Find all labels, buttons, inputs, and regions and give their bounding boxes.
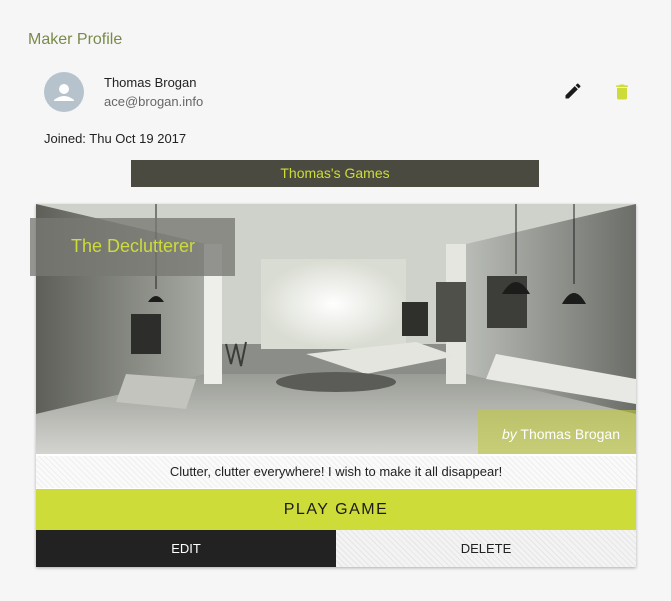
game-byline: by Thomas Brogan bbox=[502, 426, 620, 442]
person-icon bbox=[54, 84, 74, 101]
game-description: Clutter, clutter everywhere! I wish to m… bbox=[36, 456, 636, 488]
section-title: Maker Profile bbox=[28, 31, 123, 48]
pencil-icon[interactable] bbox=[563, 81, 583, 101]
user-email: ace@brogan.info bbox=[104, 94, 204, 109]
game-author: Thomas Brogan bbox=[520, 426, 620, 442]
games-section-header: Thomas's Games bbox=[131, 160, 539, 187]
joined-date: Joined: Thu Oct 19 2017 bbox=[44, 131, 187, 146]
game-card: The Declutterer by Thomas Brogan Clutter… bbox=[30, 204, 636, 567]
byline-by: by bbox=[501, 426, 517, 442]
game-title: The Declutterer bbox=[71, 236, 196, 256]
user-name: Thomas Brogan bbox=[104, 75, 197, 90]
avatar bbox=[44, 72, 84, 112]
trash-icon[interactable] bbox=[612, 81, 632, 103]
play-game-button[interactable]: PLAY GAME bbox=[36, 489, 636, 530]
edit-game-button[interactable]: EDIT bbox=[36, 530, 336, 567]
delete-game-button[interactable]: DELETE bbox=[336, 530, 636, 567]
